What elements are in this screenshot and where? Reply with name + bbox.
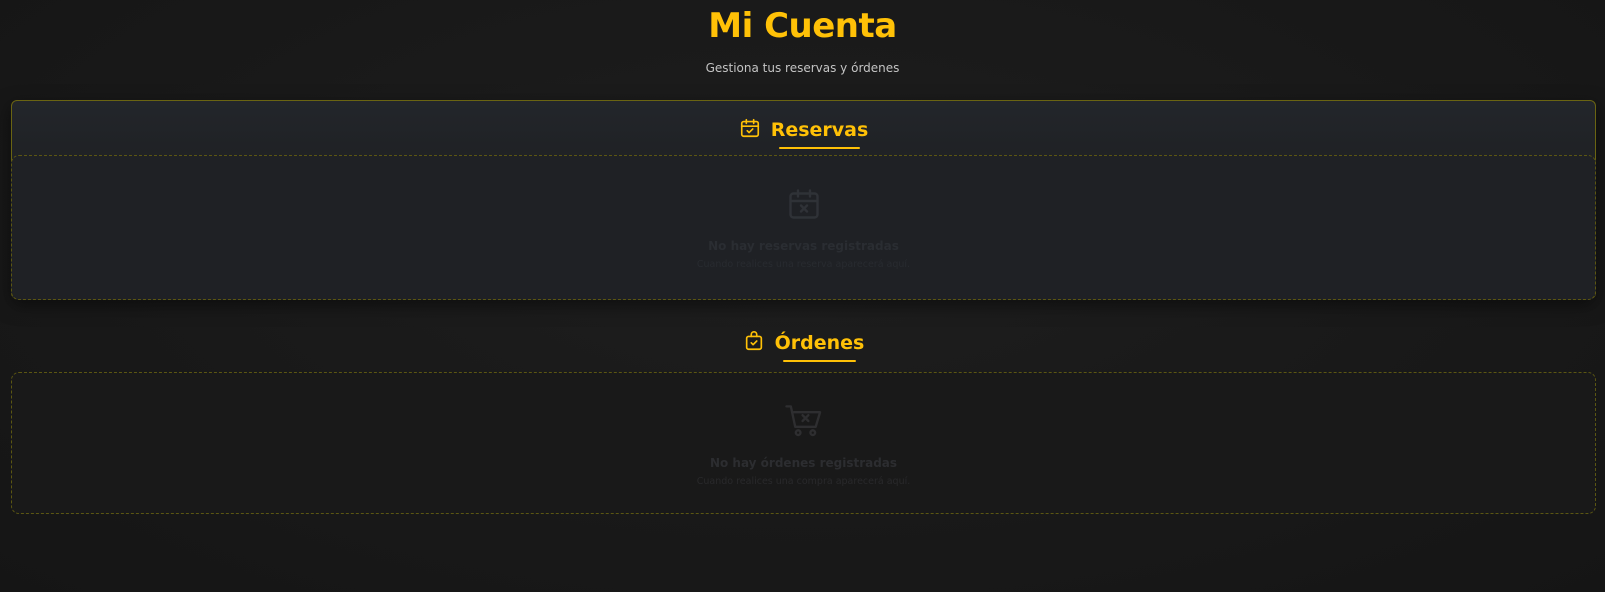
ordenes-empty-text: Cuando realices una compra aparecerá aqu… <box>696 476 911 487</box>
reservas-title-underline <box>778 147 861 149</box>
reservas-empty-title: No hay reservas registradas <box>708 239 899 253</box>
reservas-empty-text: Cuando realices una reserva aparecerá aq… <box>696 259 911 270</box>
reservas-empty-state: No hay reservas registradas Cuando reali… <box>11 155 1596 300</box>
calendar-check-icon <box>739 117 761 143</box>
shopping-bag-check-icon <box>743 330 765 356</box>
ordenes-section: Órdenes No hay órdenes registradas Cuand… <box>11 318 1596 514</box>
page-header: Mi Cuenta Gestiona tus reservas y órdene… <box>0 0 1605 76</box>
ordenes-header: Órdenes <box>11 328 1596 362</box>
reservas-section: Reservas No hay reservas registradas Cua… <box>11 100 1596 300</box>
page-title: Mi Cuenta <box>708 6 897 46</box>
ordenes-empty-title: No hay órdenes registradas <box>709 456 898 470</box>
reservas-title: Reservas <box>770 119 869 141</box>
page-subtitle: Gestiona tus reservas y órdenes <box>705 61 900 75</box>
ordenes-title: Órdenes <box>774 332 865 354</box>
ordenes-title-underline <box>782 360 857 362</box>
ordenes-title-wrap: Órdenes <box>774 330 865 362</box>
cart-x-icon <box>784 403 823 443</box>
reservas-header: Reservas <box>12 115 1595 149</box>
calendar-x-icon <box>786 186 822 226</box>
reservas-title-wrap: Reservas <box>770 117 869 149</box>
ordenes-empty-state: No hay órdenes registradas Cuando realic… <box>11 372 1596 514</box>
